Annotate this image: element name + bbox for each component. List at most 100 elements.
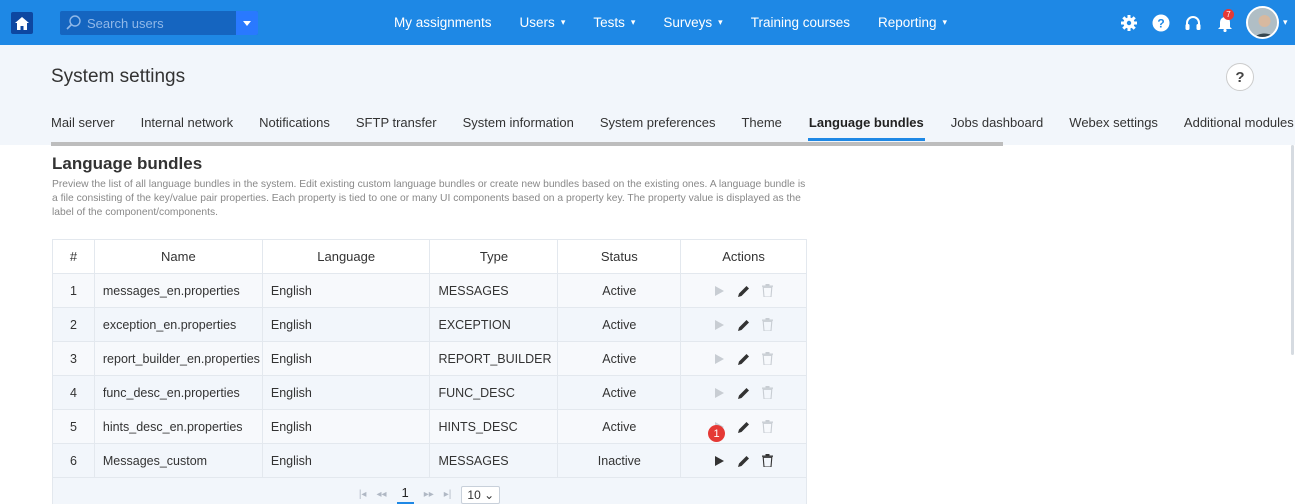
tab-jobs-dashboard[interactable]: Jobs dashboard: [951, 115, 1044, 141]
table-header-row: # Name Language Type Status Actions: [52, 239, 807, 274]
edit-button[interactable]: [737, 284, 751, 298]
bundle-name: report_builder_en.properties: [93, 341, 263, 376]
row-number: 4: [52, 375, 95, 410]
section-title: Language bundles: [52, 154, 203, 173]
settings-button[interactable]: [1118, 12, 1140, 34]
status-badge: Active: [557, 341, 682, 376]
search-dropdown-button[interactable]: [236, 11, 258, 35]
edit-button[interactable]: [737, 454, 751, 468]
activate-button[interactable]: [713, 454, 727, 468]
nav-tests[interactable]: Tests ▾: [593, 15, 635, 30]
trash-icon: [762, 318, 774, 331]
tab-system-preferences[interactable]: System preferences: [600, 115, 716, 141]
first-page-button[interactable]: |◂: [359, 489, 367, 500]
bundle-language: English: [261, 341, 431, 376]
table-row: 1 messages_en.properties English MESSAGE…: [52, 273, 807, 308]
question-circle-icon: ?: [1152, 14, 1170, 31]
pagination: |◂ ◂◂ 1 ▸▸ ▸| 10 ⌄: [53, 485, 806, 504]
headset-icon: [1185, 15, 1201, 30]
activate-button[interactable]: [713, 386, 727, 400]
bundle-type: MESSAGES: [429, 443, 559, 478]
chevron-down-icon[interactable]: ▾: [1283, 17, 1288, 28]
notifications-button[interactable]: 7: [1214, 8, 1236, 34]
page-help-button[interactable]: ?: [1226, 63, 1254, 91]
table-row: 4 func_desc_en.properties English FUNC_D…: [52, 375, 807, 410]
tab-mail-server[interactable]: Mail server: [51, 115, 115, 141]
row-actions: [680, 375, 807, 410]
search-icon: [66, 15, 81, 30]
trash-icon: [762, 454, 774, 467]
page-size-select[interactable]: 10 ⌄: [461, 485, 501, 504]
tab-internal-network[interactable]: Internal network: [141, 115, 234, 141]
help-menu-button[interactable]: ?: [1150, 12, 1172, 34]
tab-language-bundles[interactable]: Language bundles: [807, 115, 925, 141]
bundle-name: Messages_custom: [93, 443, 263, 478]
tab-webex-settings[interactable]: Webex settings: [1069, 115, 1158, 141]
tab-theme[interactable]: Theme: [741, 115, 781, 141]
next-page-button[interactable]: ▸▸: [424, 489, 434, 500]
edit-button[interactable]: [737, 420, 751, 434]
chevron-down-icon: ⌄: [484, 487, 495, 502]
current-page[interactable]: 1: [396, 485, 414, 504]
chevron-down-icon: ▾: [630, 17, 636, 27]
nav-my-assignments[interactable]: My assignments: [394, 15, 492, 30]
status-badge: Active: [557, 307, 682, 342]
delete-button[interactable]: [761, 420, 775, 434]
edit-button[interactable]: [737, 386, 751, 400]
step-marker-badge: 1: [708, 425, 725, 442]
bundle-type: MESSAGES: [429, 273, 559, 308]
play-icon: [715, 285, 725, 296]
play-icon: [715, 455, 725, 466]
edit-button[interactable]: [737, 352, 751, 366]
nav-surveys[interactable]: Surveys ▾: [663, 15, 722, 30]
tabs-scrollbar[interactable]: [51, 142, 1003, 146]
page-scrollbar[interactable]: [1291, 145, 1294, 355]
search-users-field[interactable]: Search users: [60, 11, 258, 35]
prev-page-button[interactable]: ◂◂: [376, 489, 386, 500]
delete-button[interactable]: [761, 352, 775, 366]
nav-label: Tests: [593, 15, 625, 30]
bundle-language: English: [261, 443, 431, 478]
delete-button[interactable]: [761, 386, 775, 400]
tab-sftp-transfer[interactable]: SFTP transfer: [356, 115, 437, 141]
table-row: 5 hints_desc_en.properties English HINTS…: [52, 409, 807, 444]
delete-button[interactable]: [761, 454, 775, 468]
tab-system-information[interactable]: System information: [463, 115, 574, 141]
main-nav: My assignments Users ▾ Tests ▾ Surveys ▾ Tr…: [394, 0, 975, 45]
column-header-language: Language: [261, 239, 431, 274]
row-number: 1: [52, 273, 95, 308]
tab-notifications[interactable]: Notifications: [259, 115, 330, 141]
nav-label: My assignments: [394, 15, 492, 30]
row-number: 3: [52, 341, 95, 376]
notification-count-badge: 7: [1223, 8, 1234, 20]
chevron-down-icon: [243, 20, 251, 26]
nav-users[interactable]: Users ▾: [520, 15, 566, 30]
nav-label: Surveys: [663, 15, 713, 30]
last-page-button[interactable]: ▸|: [444, 489, 452, 500]
activate-button[interactable]: [713, 284, 727, 298]
trash-icon: [762, 386, 774, 399]
row-actions: [680, 341, 807, 376]
status-badge: Active: [557, 375, 682, 410]
search-input[interactable]: Search users: [87, 16, 236, 31]
activate-button[interactable]: [713, 318, 727, 332]
row-actions: [680, 273, 807, 308]
bundle-type: EXCEPTION: [429, 307, 559, 342]
home-button[interactable]: [11, 12, 33, 34]
row-actions: [680, 443, 807, 478]
bundle-language: English: [261, 375, 431, 410]
avatar[interactable]: [1246, 6, 1279, 39]
delete-button[interactable]: [761, 284, 775, 298]
nav-reporting[interactable]: Reporting ▾: [878, 15, 947, 30]
edit-button[interactable]: [737, 318, 751, 332]
nav-training-courses[interactable]: Training courses: [751, 15, 850, 30]
tab-additional-modules[interactable]: Additional modules: [1184, 115, 1294, 141]
activate-button[interactable]: [713, 352, 727, 366]
play-icon: [715, 319, 725, 330]
support-button[interactable]: [1182, 12, 1204, 34]
trash-icon: [762, 284, 774, 297]
bundle-name: func_desc_en.properties: [93, 375, 263, 410]
bundle-language: English: [261, 307, 431, 342]
pencil-icon: [737, 353, 749, 365]
delete-button[interactable]: [761, 318, 775, 332]
